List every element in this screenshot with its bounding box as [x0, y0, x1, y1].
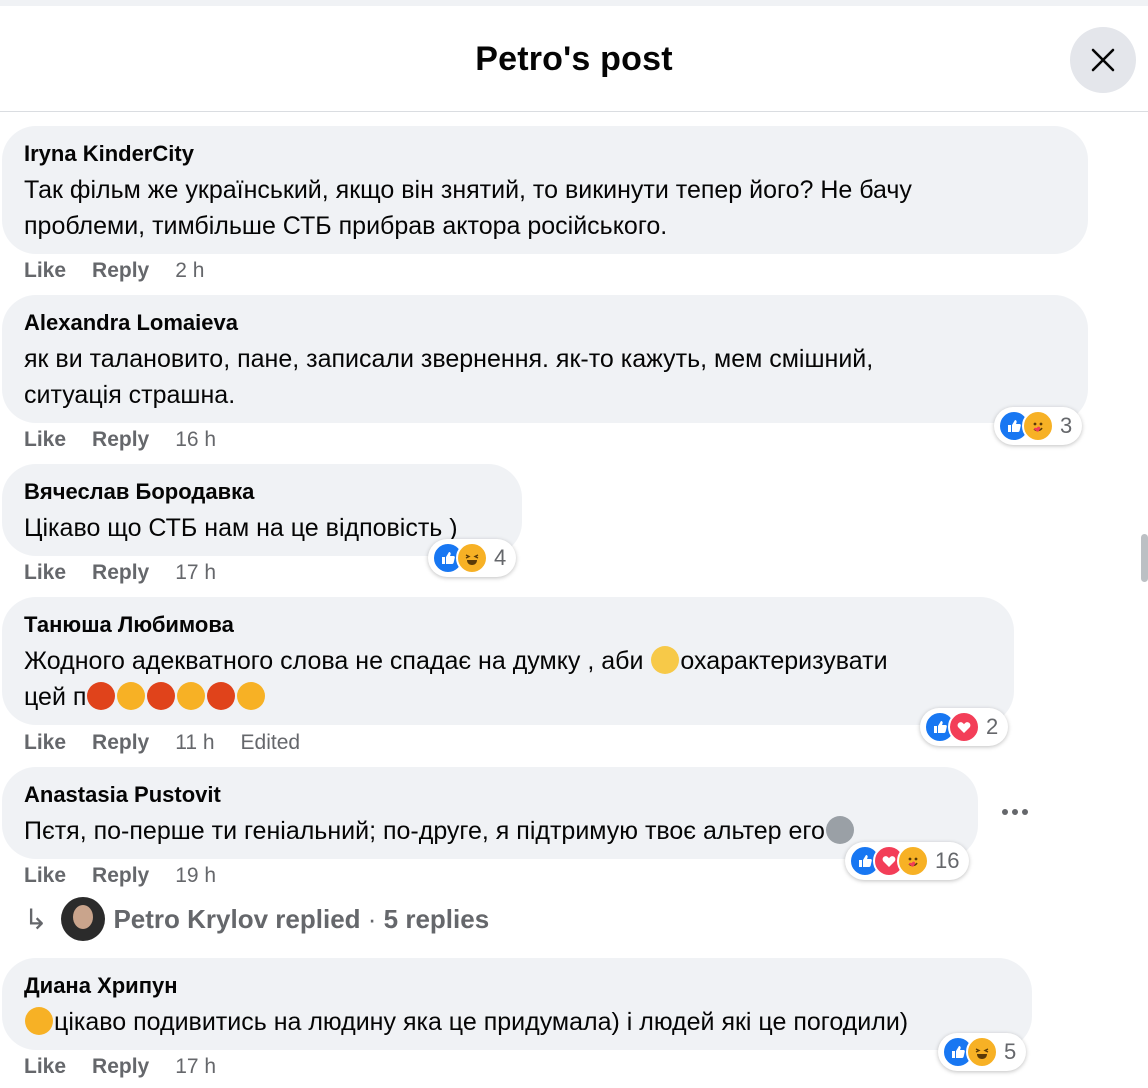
like-button[interactable]: Like — [24, 864, 66, 887]
reply-button[interactable]: Reply — [92, 731, 149, 754]
comment-time[interactable]: 16 h — [175, 428, 216, 451]
swearing-emoji-icon — [147, 682, 176, 710]
comment-text: цікаво подивитись на людину яка це приду… — [24, 1004, 1010, 1040]
care-icon — [1022, 410, 1054, 442]
comment-time[interactable]: 17 h — [175, 1055, 216, 1078]
reply-arrow-icon: ↳ — [24, 903, 48, 935]
separator: · — [360, 903, 384, 934]
reaction-summary[interactable]: 5 — [938, 1033, 1027, 1071]
comment-bubble: Anastasia Pustovit Пєтя, по-перше ти ген… — [2, 767, 978, 859]
comment-actions: Like Reply 11 h Edited — [24, 731, 326, 755]
reply-button[interactable]: Reply — [92, 259, 149, 282]
like-button[interactable]: Like — [24, 1055, 66, 1078]
more-options-icon — [1002, 809, 1008, 815]
comment-author[interactable]: Anastasia Pustovit — [24, 781, 956, 809]
care-icon — [897, 845, 929, 877]
reaction-count: 2 — [986, 714, 999, 739]
comment-time[interactable]: 17 h — [175, 561, 216, 584]
comment-text: Пєтя, по-перше ти геніальний; по-друге, … — [24, 813, 956, 849]
comment-time[interactable]: 11 h — [175, 731, 214, 754]
reply-button[interactable]: Reply — [92, 1055, 149, 1078]
like-button[interactable]: Like — [24, 731, 66, 754]
comment-text: Жодного адекватного слова не спадає на д… — [24, 646, 888, 711]
comment-author[interactable]: Диана Хрипун — [24, 972, 1010, 1000]
dialog-header: Petro's post — [0, 6, 1148, 112]
mind-blown-emoji-icon — [117, 682, 146, 710]
busts-emoji-icon — [825, 816, 854, 844]
comment-bubble: Iryna KinderCity Так фільм же українськи… — [2, 126, 1088, 254]
dialog-title: Petro's post — [475, 40, 673, 78]
reply-button[interactable]: Reply — [92, 428, 149, 451]
scrollbar-thumb[interactable] — [1141, 534, 1148, 582]
comment-author[interactable]: Iryna KinderCity — [24, 140, 1066, 168]
close-icon — [1091, 48, 1115, 72]
haha-icon — [456, 542, 488, 574]
comment-time[interactable]: 2 h — [175, 259, 204, 282]
mind-blown-emoji-icon — [177, 682, 206, 710]
reply-button[interactable]: Reply — [92, 864, 149, 887]
comment-author[interactable]: Alexandra Lomaieva — [24, 309, 1066, 337]
reaction-count: 5 — [1004, 1039, 1017, 1064]
comment-text: Цікаво що СТБ нам на це відповість ) — [24, 514, 458, 542]
love-icon — [948, 711, 980, 743]
swearing-emoji-icon — [87, 682, 116, 710]
view-replies-link[interactable]: ↳ Petro Krylov replied · 5 replies — [24, 896, 489, 942]
like-button[interactable]: Like — [24, 259, 66, 282]
avatar — [61, 897, 106, 941]
reaction-count: 3 — [1060, 413, 1073, 438]
reaction-count: 16 — [935, 848, 960, 873]
mind-blown-emoji-icon — [237, 682, 266, 710]
comment-actions: Like Reply 16 h — [24, 428, 242, 452]
comment-time[interactable]: 19 h — [175, 864, 216, 887]
comment-text: Так фільм же український, якщо він зняти… — [24, 176, 912, 240]
swearing-emoji-icon — [207, 682, 236, 710]
reaction-summary[interactable]: 16 — [845, 842, 970, 880]
comment-author[interactable]: Танюша Любимова — [24, 611, 992, 639]
comment-actions: Like Reply 17 h — [24, 561, 242, 585]
comment-actions: Like Reply 19 h — [24, 864, 242, 888]
comment-author[interactable]: Вячеслав Бородавка — [24, 478, 500, 506]
comment-bubble: Танюша Любимова Жодного адекватного слов… — [2, 597, 1014, 725]
reaction-summary[interactable]: 4 — [428, 539, 517, 577]
comment-actions: Like Reply 2 h — [24, 259, 230, 283]
more-options-button[interactable] — [998, 798, 1032, 826]
comment-text: як ви талановито, пане, записали звернен… — [24, 345, 874, 409]
reaction-count: 4 — [494, 545, 507, 570]
comment-bubble: Диана Хрипун цікаво подивитись на людину… — [2, 958, 1032, 1050]
edited-label: Edited — [240, 731, 301, 754]
comment-bubble: Alexandra Lomaieva як ви талановито, пан… — [2, 295, 1088, 423]
reaction-summary[interactable]: 2 — [920, 708, 1009, 746]
like-button[interactable]: Like — [24, 428, 66, 451]
haha-icon — [966, 1036, 998, 1068]
laugh-crying-emoji-icon — [25, 1007, 53, 1035]
comment-actions: Like Reply 17 h — [24, 1055, 242, 1079]
reply-button[interactable]: Reply — [92, 561, 149, 584]
reaction-summary[interactable]: 3 — [994, 407, 1083, 445]
flushed-emoji-icon — [651, 646, 680, 674]
close-button[interactable] — [1070, 27, 1136, 93]
replies-count: 5 replies — [383, 903, 490, 934]
replied-name: Petro Krylov replied — [113, 903, 361, 934]
like-button[interactable]: Like — [24, 561, 66, 584]
